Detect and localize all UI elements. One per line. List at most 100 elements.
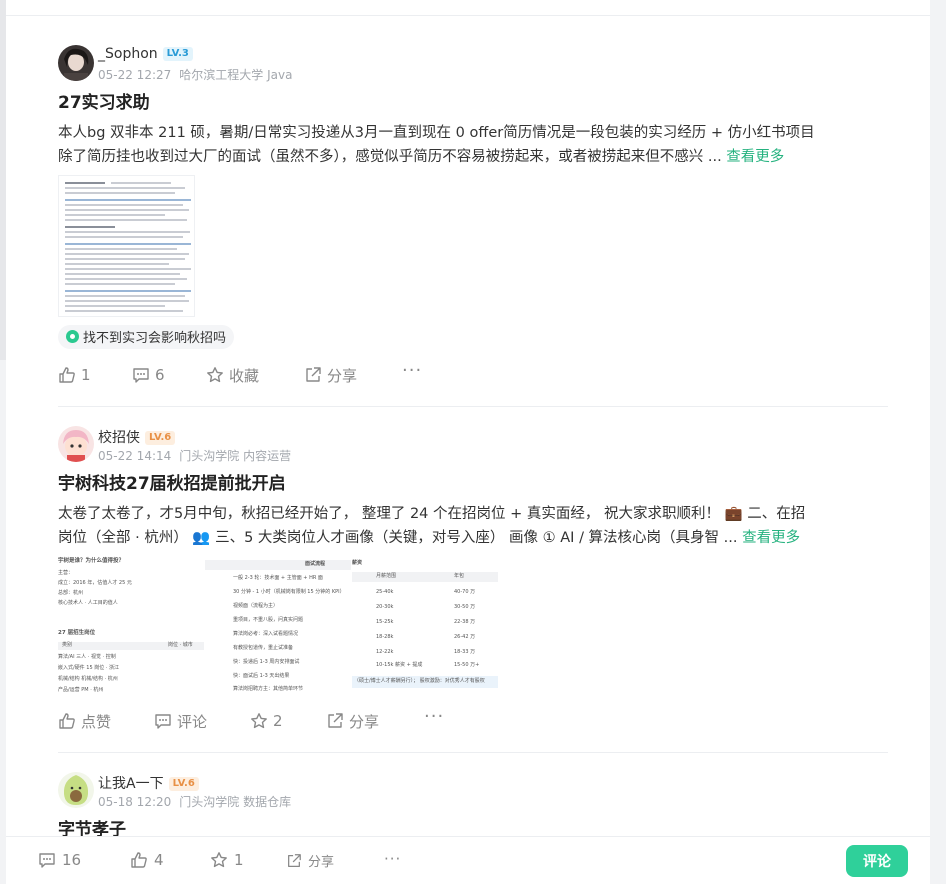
- comment-icon: [133, 368, 149, 383]
- avatar[interactable]: [58, 426, 94, 462]
- post-image-overview[interactable]: 宇树是谁？为什么值得投？ 主营： 成立：2016 年，估值人才 25 元 总部：…: [58, 556, 204, 696]
- share-icon: [306, 367, 321, 382]
- author-affiliation: 门头沟学院 内容运营: [179, 449, 292, 463]
- comment-button[interactable]: 6: [132, 363, 165, 387]
- post-date: 05-22 14:14: [98, 449, 172, 463]
- image-row: 总部：杭州: [58, 590, 84, 596]
- avatar[interactable]: [58, 772, 94, 808]
- author-row: _Sophon LV.3 05-22 12:27 哈尔滨工程大学 Java: [58, 45, 888, 83]
- post-feed: _Sophon LV.3 05-22 12:27 哈尔滨工程大学 Java 27实习…: [6, 0, 930, 884]
- post-date: 05-18 12:20: [98, 795, 172, 809]
- salary-cell: 22-38 万: [454, 619, 476, 625]
- bottom-favorite-button[interactable]: 1: [210, 851, 244, 869]
- see-more-link[interactable]: 查看更多: [742, 530, 800, 546]
- image-table-row: 机械/结构 机械/结构 · 杭州: [58, 676, 118, 682]
- image-table-row: 30 分钟 - 1 小时（机械岗有限制 15 分钟的 KPI）: [233, 589, 345, 595]
- post-divider: [58, 752, 888, 753]
- image-col: 面试流程: [305, 561, 326, 567]
- author-name-text[interactable]: _Sophon: [98, 46, 158, 62]
- image-row: 主营：: [58, 570, 74, 576]
- bottom-share-button[interactable]: 分享: [286, 851, 334, 870]
- favorite-count: 1: [234, 851, 244, 869]
- post-meta: 05-18 12:20 门头沟学院 数据仓库: [98, 793, 291, 810]
- see-more-link[interactable]: 查看更多: [726, 149, 784, 165]
- like-button[interactable]: 点赞: [58, 709, 111, 733]
- comment-label: 评论: [177, 712, 208, 731]
- image-col: 年包: [454, 573, 465, 579]
- level-badge: LV.3: [162, 47, 193, 61]
- post-body-line: 太卷了太卷了，才5月中旬，秋招已经开始了， 整理了 24 个在招岗位 + 真实面…: [58, 506, 806, 522]
- post-title[interactable]: 27实习求助: [58, 89, 888, 117]
- more-dots-icon[interactable]: ···: [384, 847, 401, 871]
- author-name-text[interactable]: 校招侠: [98, 430, 140, 446]
- topic-tag[interactable]: 找不到实习会影响秋招吗: [58, 324, 235, 349]
- more-dots-icon[interactable]: ···: [424, 705, 444, 729]
- salary-cell: 18-33 万: [454, 649, 476, 655]
- share-label: 分享: [327, 366, 358, 385]
- share-button[interactable]: 分享: [326, 709, 379, 733]
- favorite-count: 2: [273, 712, 283, 730]
- share-icon: [288, 853, 301, 867]
- post-body[interactable]: 本人bg 双非本 211 硕，暑期/日常实习投递从3月一直到现在 0 offer…: [58, 121, 888, 169]
- post-divider: [58, 406, 888, 407]
- more-dots-icon[interactable]: ···: [402, 359, 422, 383]
- salary-cell: 40-70 万: [454, 589, 476, 595]
- image-table-row: 有教授包道传，重止试准备: [233, 645, 294, 651]
- resume-image[interactable]: [58, 175, 195, 317]
- post-meta: 05-22 14:14 门头沟学院 内容运营: [98, 447, 291, 464]
- post-body-line: 本人bg 双非本 211 硕，暑期/日常实习投递从3月一直到现在 0 offer…: [58, 125, 815, 141]
- post-card[interactable]: 校招侠 LV.6 05-22 14:14 门头沟学院 内容运营 宇树科技27届秋招提…: [58, 426, 888, 550]
- like-button[interactable]: 1: [58, 363, 91, 387]
- image-col: 月薪范围: [376, 573, 397, 579]
- author-affiliation: 哈尔滨工程大学 Java: [179, 68, 293, 82]
- post-actions: 1 6 收藏 分享 ···: [58, 360, 888, 387]
- star-icon: [207, 367, 223, 383]
- author-name-text[interactable]: 让我A一下: [98, 776, 164, 792]
- share-label: 分享: [349, 712, 380, 731]
- image-table-row: 算法岗必考：深入试看题情况: [233, 631, 299, 637]
- post-image-salary[interactable]: 薪资 月薪范围 年包 25-40k 40-70 万 20-30k 30-50 万…: [352, 556, 498, 696]
- post-image-interview[interactable]: 面试流程 一般 2-3 轮：技术面 + 主管面 + HR 面 30 分钟 - 1…: [205, 556, 351, 696]
- comment-button[interactable]: 评论: [846, 845, 908, 877]
- image-table-row: 嵌入式/硬件 15 岗位 · 浙江: [58, 665, 119, 671]
- author-name[interactable]: 让我A一下 LV.6: [98, 773, 199, 793]
- image-table-row: 产品/运营 PM · 杭州: [58, 687, 104, 693]
- post-body-line-2: 除了简历挂也收到过大厂的面试（虽然不多），感觉似乎简历不容易被捞起来，或者被捞起…: [58, 145, 888, 169]
- comment-button[interactable]: 评论: [154, 709, 207, 733]
- author-affiliation: 门头沟学院 数据仓库: [179, 795, 292, 809]
- comment-count: 16: [62, 851, 82, 869]
- author-row: 让我A一下 LV.6 05-18 12:20 门头沟学院 数据仓库: [58, 772, 888, 810]
- level-badge: LV.6: [168, 777, 199, 791]
- image-table-row: 快：面试后 1-3 天出结果: [233, 673, 290, 679]
- comment-icon: [155, 714, 171, 729]
- post-body-line-2: 岗位（全部 · 杭州） 👥 三、5 大类岗位人才画像（关键，对号入座） 画像 ①…: [58, 526, 888, 550]
- image-col: 类别: [62, 642, 73, 648]
- favorite-button[interactable]: 收藏: [206, 363, 259, 387]
- post-title[interactable]: 宇树科技27届秋招提前批开启: [58, 470, 888, 498]
- favorite-button[interactable]: 2: [250, 709, 283, 733]
- level-badge: LV.6: [145, 431, 176, 445]
- author-name[interactable]: 校招侠 LV.6: [98, 427, 176, 447]
- salary-cell: 25-40k: [376, 589, 394, 595]
- tag-dot-icon: [66, 330, 79, 343]
- image-table-row: 重项目，不重八股，问真实问题: [233, 617, 304, 623]
- image-table-header: 类别 岗位 · 城市: [58, 642, 204, 650]
- bottom-action-bar: 16 4 1 分享 ··· 评论: [6, 836, 930, 884]
- author-name[interactable]: _Sophon LV.3: [98, 46, 193, 62]
- post-actions: 点赞 评论 2 分享 ···: [58, 706, 888, 733]
- bottom-comment-count[interactable]: 16: [38, 851, 81, 869]
- image-table-header: 面试流程: [205, 560, 351, 570]
- topic-tag-chip[interactable]: 找不到实习会影响秋招吗: [58, 324, 235, 349]
- like-count: 4: [154, 851, 164, 869]
- bottom-like-button[interactable]: 4: [130, 851, 164, 869]
- post-card[interactable]: _Sophon LV.3 05-22 12:27 哈尔滨工程大学 Java 27实习…: [58, 45, 888, 169]
- salary-cell: 10-15k 薪资 + 提成: [376, 662, 423, 668]
- share-button[interactable]: 分享: [304, 363, 357, 387]
- salary-cell: 20-30k: [376, 604, 394, 610]
- avatar[interactable]: [58, 45, 94, 81]
- salary-cell: 18-28k: [376, 634, 394, 640]
- post-card[interactable]: 让我A一下 LV.6 05-18 12:20 门头沟学院 数据仓库 字节孝子: [58, 772, 888, 844]
- image-table-row: 视频面（流程为主）: [233, 603, 279, 609]
- post-body[interactable]: 太卷了太卷了，才5月中旬，秋招已经开始了， 整理了 24 个在招岗位 + 真实面…: [58, 502, 888, 550]
- thumbs-up-icon: [131, 852, 147, 868]
